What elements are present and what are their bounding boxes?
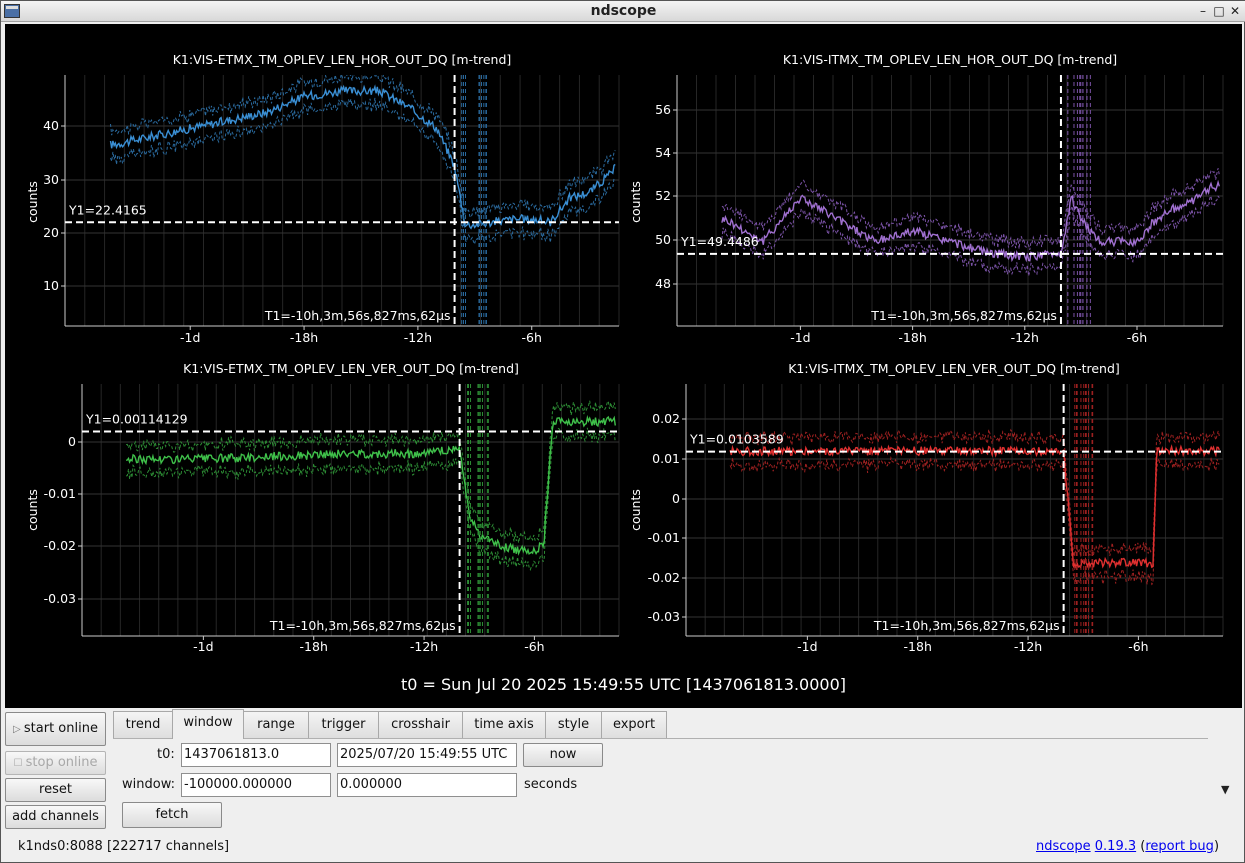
x-tick-label: -1d — [193, 639, 213, 654]
stop-icon: ☐ — [13, 758, 26, 769]
x-tick-label: -1d — [797, 639, 817, 654]
t1-label: T1=-10h,3m,56s,827ms,62µs — [870, 308, 1057, 323]
y-axis-label: counts — [25, 181, 40, 223]
y-tick-label: 30 — [43, 172, 59, 187]
plot-panel-4: K1:VIS-ITMX_TM_OPLEV_LEN_VER_OUT_DQ [m-t… — [628, 361, 1224, 654]
x-tick-label: -6h — [1128, 639, 1148, 654]
y-tick-label: -0.01 — [648, 530, 680, 545]
tab-crosshair[interactable]: crosshair — [378, 711, 463, 738]
title-bar[interactable]: ndscope – □ ✕ — [1, 1, 1245, 22]
tab-range[interactable]: range — [243, 711, 309, 738]
y-tick-label: -0.01 — [44, 486, 76, 501]
y-tick-label: -0.03 — [44, 591, 76, 606]
expand-arrow-icon[interactable]: ▼ — [1221, 783, 1229, 796]
play-icon: ▷ — [13, 724, 24, 735]
window-start-field[interactable]: -100000.000000 — [181, 773, 331, 797]
window-end-field[interactable]: 0.000000 — [337, 773, 517, 797]
y-tick-label: 10 — [43, 278, 59, 293]
now-button[interactable]: now — [523, 743, 603, 767]
t1-label: T1=-10h,3m,56s,827ms,62µs — [264, 308, 451, 323]
version-link[interactable]: 0.19.3 — [1095, 839, 1136, 854]
maximize-icon[interactable]: □ — [1211, 3, 1227, 19]
reset-button[interactable]: reset — [5, 778, 106, 802]
y1-label: Y1=0.0103589 — [689, 432, 784, 447]
t1-label: T1=-10h,3m,56s,827ms,62µs — [269, 618, 456, 633]
stop-online-button[interactable]: ☐ stop online — [5, 751, 106, 775]
y-tick-label: 0.02 — [652, 411, 680, 426]
ndscope-link[interactable]: ndscope — [1036, 839, 1091, 854]
t0-label: t0: — [157, 747, 175, 762]
t0-gps-field[interactable]: 1437061813.0 — [181, 743, 331, 767]
plot-title: K1:VIS-ETMX_TM_OPLEV_LEN_HOR_OUT_DQ [m-t… — [173, 52, 512, 67]
stop-online-label: stop online — [25, 755, 98, 770]
x-tick-label: -12h — [404, 330, 432, 345]
start-online-label: start online — [23, 721, 98, 736]
y-axis-label: counts — [628, 181, 643, 223]
t0-utc-field[interactable]: 2025/07/20 15:49:55 UTC — [337, 743, 517, 767]
y1-label: Y1=49.4486 — [680, 234, 759, 249]
y-tick-label: -0.02 — [648, 570, 680, 585]
minimize-icon[interactable]: – — [1195, 3, 1211, 19]
window-title: ndscope — [590, 3, 657, 19]
y-tick-label: -0.02 — [44, 538, 76, 553]
x-tick-label: -6h — [522, 330, 542, 345]
x-tick-label: -18h — [290, 330, 318, 345]
x-tick-label: -12h — [410, 639, 438, 654]
y-tick-label: 48 — [655, 276, 671, 291]
tab-window[interactable]: window — [172, 709, 244, 739]
y-tick-label: 20 — [43, 225, 59, 240]
y1-label: Y1=22.4165 — [68, 202, 147, 217]
plot-panel-3: K1:VIS-ETMX_TM_OPLEV_LEN_VER_OUT_DQ [m-t… — [25, 361, 620, 654]
fetch-button[interactable]: fetch — [122, 802, 222, 828]
y-tick-label: 40 — [43, 118, 59, 133]
plot-title: K1:VIS-ITMX_TM_OPLEV_LEN_HOR_OUT_DQ [m-t… — [783, 52, 1117, 67]
x-tick-label: -18h — [300, 639, 328, 654]
x-tick-label: -12h — [1014, 639, 1042, 654]
plot-panel-2: K1:VIS-ITMX_TM_OPLEV_LEN_HOR_OUT_DQ [m-t… — [628, 52, 1224, 345]
status-version: ndscope 0.19.3 (report bug) — [1036, 839, 1220, 854]
seconds-label: seconds — [524, 777, 578, 792]
close-icon[interactable]: ✕ — [1227, 3, 1243, 19]
plot-title: K1:VIS-ETMX_TM_OPLEV_LEN_VER_OUT_DQ [m-t… — [183, 361, 519, 376]
add-channels-button[interactable]: add channels — [5, 805, 106, 829]
plots-canvas[interactable]: K1:VIS-ETMX_TM_OPLEV_LEN_HOR_OUT_DQ [m-t… — [5, 24, 1242, 708]
tab-export[interactable]: export — [601, 711, 667, 738]
y-tick-label: 54 — [655, 145, 671, 160]
y-tick-label: 52 — [655, 188, 671, 203]
t1-label: T1=-10h,3m,56s,827ms,62µs — [873, 618, 1060, 633]
start-online-button[interactable]: ▷ start online — [5, 712, 106, 746]
y-tick-label: 0.01 — [652, 451, 680, 466]
tab-trend[interactable]: trend — [113, 711, 173, 738]
tab-bar-line — [113, 738, 1208, 739]
status-server: k1nds0:8088 [222717 channels] — [18, 839, 229, 854]
y-axis-label: counts — [25, 489, 40, 531]
tab-style[interactable]: style — [545, 711, 602, 738]
report-bug-link[interactable]: report bug — [1145, 839, 1214, 854]
x-tick-label: -6h — [1127, 330, 1147, 345]
x-tick-label: -18h — [904, 639, 932, 654]
y-tick-label: 56 — [655, 102, 671, 117]
x-tick-label: -18h — [898, 330, 926, 345]
x-tick-label: -12h — [1011, 330, 1039, 345]
y1-label: Y1=0.00114129 — [85, 411, 188, 426]
y-tick-label: 0 — [68, 434, 76, 449]
plot-title: K1:VIS-ITMX_TM_OPLEV_LEN_VER_OUT_DQ [m-t… — [788, 361, 1120, 376]
plot-area[interactable]: K1:VIS-ETMX_TM_OPLEV_LEN_HOR_OUT_DQ [m-t… — [5, 24, 1242, 708]
tab-trigger[interactable]: trigger — [308, 711, 379, 738]
window-label: window: — [122, 777, 175, 792]
t0-banner: t0 = Sun Jul 20 2025 15:49:55 UTC [14370… — [400, 675, 847, 694]
server-address: k1nds0:8088 — [18, 839, 103, 854]
x-tick-label: -1d — [790, 330, 810, 345]
tab-time-axis[interactable]: time axis — [462, 711, 546, 738]
plot-panel-1: K1:VIS-ETMX_TM_OPLEV_LEN_HOR_OUT_DQ [m-t… — [25, 52, 620, 345]
y-tick-label: 50 — [655, 232, 671, 247]
channel-count: [222717 channels] — [106, 839, 230, 854]
ndscope-window: ndscope – □ ✕ K1:VIS-ETMX_TM_OPLEV_LEN_H… — [0, 0, 1245, 863]
y-axis-label: counts — [628, 489, 643, 531]
x-tick-label: -1d — [180, 330, 200, 345]
y-tick-label: -0.03 — [648, 609, 680, 624]
y-tick-label: 0 — [672, 491, 680, 506]
x-tick-label: -6h — [524, 639, 544, 654]
